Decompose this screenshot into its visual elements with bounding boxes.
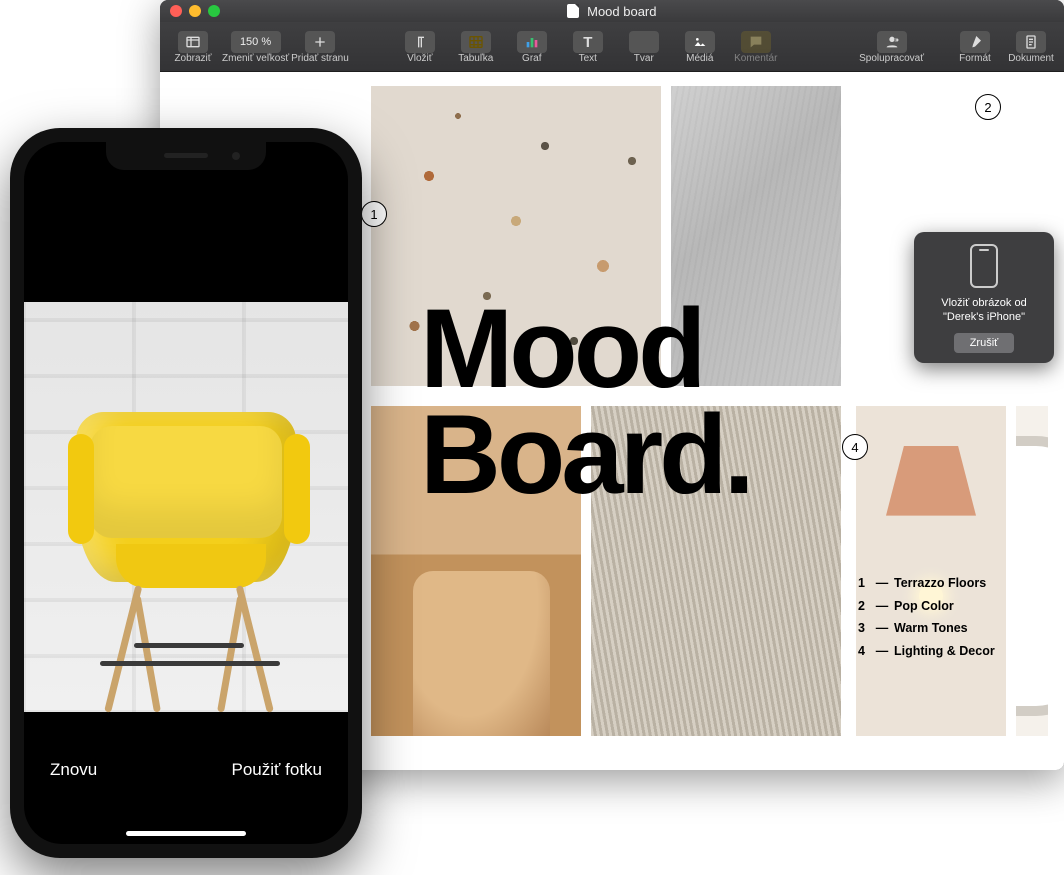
document-button[interactable]: Dokument xyxy=(1004,25,1058,69)
legend-row: 4—Lighting & Decor xyxy=(858,640,995,663)
window-title: Mood board xyxy=(160,4,1064,19)
insert-label: Vložiť xyxy=(407,53,432,64)
media-button[interactable]: Médiá xyxy=(673,25,727,69)
zoom-label: Zmeniť veľkosť xyxy=(222,53,289,64)
yellow-chair xyxy=(64,372,314,712)
titlebar: Mood board xyxy=(160,0,1064,22)
phone-icon xyxy=(970,244,998,288)
format-button[interactable]: Formát xyxy=(948,25,1002,69)
page-title[interactable]: Mood Board. xyxy=(420,296,751,509)
chart-button[interactable]: Graf xyxy=(505,25,559,69)
plus-icon xyxy=(305,31,335,53)
insert-button[interactable]: Vložiť xyxy=(393,25,447,69)
text-icon: T xyxy=(573,31,603,53)
text-label: Text xyxy=(579,53,597,64)
iphone-notch xyxy=(106,142,266,170)
window-title-text: Mood board xyxy=(587,4,656,19)
zoom-value: 150 % xyxy=(231,31,281,53)
callout-2: 2 xyxy=(975,94,1001,120)
document-label: Dokument xyxy=(1008,53,1054,64)
table-icon xyxy=(461,31,491,53)
collaborate-icon xyxy=(877,31,907,53)
comment-label: Komentár xyxy=(734,53,777,64)
zoom-window-button[interactable] xyxy=(208,5,220,17)
comment-button[interactable]: Komentár xyxy=(729,25,783,69)
view-button[interactable]: Zobraziť xyxy=(166,25,220,69)
popover-message: Vložiť obrázok od "Derek's iPhone" xyxy=(924,296,1044,325)
legend-row: 3—Warm Tones xyxy=(858,617,995,640)
shape-icon xyxy=(629,31,659,53)
legend: 1—Terrazzo Floors 2—Pop Color 3—Warm Ton… xyxy=(858,572,995,662)
camera-actions: Znovu Použiť fotku xyxy=(24,724,348,844)
zoom-button[interactable]: 150 % Zmeniť veľkosť xyxy=(222,25,289,69)
continuity-camera-popover: Vložiť obrázok od "Derek's iPhone" Zruši… xyxy=(914,232,1054,363)
title-line-1: Mood xyxy=(420,296,751,402)
toolbar: Zobraziť 150 % Zmeniť veľkosť Pridať str… xyxy=(160,22,1064,72)
camera-preview xyxy=(24,302,348,712)
document-icon xyxy=(567,4,579,18)
view-label: Zobraziť xyxy=(174,53,211,64)
add-page-button[interactable]: Pridať stranu xyxy=(291,25,349,69)
legend-row: 1—Terrazzo Floors xyxy=(858,572,995,595)
minimize-window-button[interactable] xyxy=(189,5,201,17)
format-label: Formát xyxy=(959,53,991,64)
callout-4: 4 xyxy=(842,434,868,460)
chart-label: Graf xyxy=(522,53,541,64)
title-line-2: Board. xyxy=(420,402,751,508)
collaborate-button[interactable]: Spolupracovať xyxy=(859,25,924,69)
add-page-label: Pridať stranu xyxy=(291,53,349,64)
iphone-device: Znovu Použiť fotku xyxy=(10,128,362,858)
chart-icon xyxy=(517,31,547,53)
table-button[interactable]: Tabuľka xyxy=(449,25,503,69)
callout-1: 1 xyxy=(361,201,387,227)
text-button[interactable]: T Text xyxy=(561,25,615,69)
lamp-shade xyxy=(886,446,976,516)
use-photo-button[interactable]: Použiť fotku xyxy=(232,760,322,780)
document-panel-icon xyxy=(1016,31,1046,53)
image-mirror[interactable] xyxy=(1016,406,1048,736)
cancel-button[interactable]: Zrušiť xyxy=(954,333,1014,353)
view-icon xyxy=(178,31,208,53)
comment-icon xyxy=(741,31,771,53)
table-label: Tabuľka xyxy=(458,53,493,64)
brush-icon xyxy=(960,31,990,53)
image-lamp[interactable] xyxy=(856,406,1006,736)
close-window-button[interactable] xyxy=(170,5,182,17)
collaborate-label: Spolupracovať xyxy=(859,53,924,64)
home-indicator[interactable] xyxy=(126,831,246,836)
shape-button[interactable]: Tvar xyxy=(617,25,671,69)
retake-button[interactable]: Znovu xyxy=(50,760,97,780)
shape-label: Tvar xyxy=(634,53,654,64)
iphone-screen: Znovu Použiť fotku xyxy=(24,142,348,844)
legend-row: 2—Pop Color xyxy=(858,595,995,618)
window-controls xyxy=(170,5,220,17)
media-icon xyxy=(685,31,715,53)
paragraph-icon xyxy=(405,31,435,53)
media-label: Médiá xyxy=(686,53,713,64)
